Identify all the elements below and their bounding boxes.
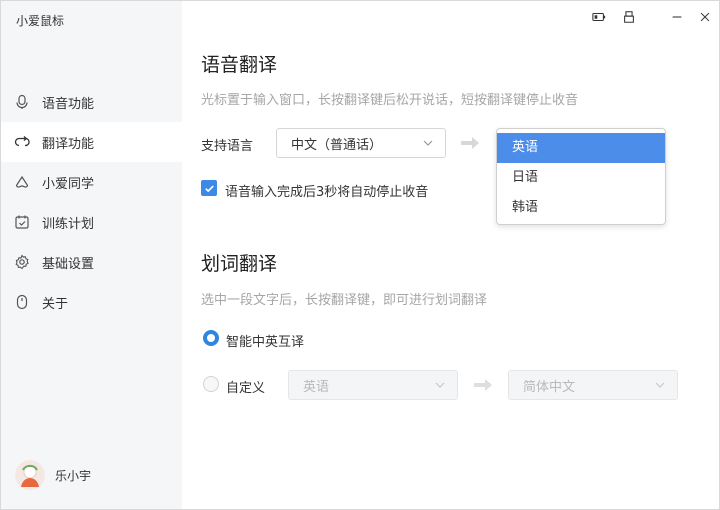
custom-source-select[interactable]: 英语 — [288, 370, 458, 400]
microphone-icon — [13, 93, 31, 111]
user-profile[interactable]: 乐小宇 — [15, 460, 91, 490]
custom-target-select[interactable]: 简体中文 — [508, 370, 678, 400]
smart-mode-label: 智能中英互译 — [226, 335, 305, 350]
chevron-down-icon — [435, 382, 445, 388]
word-translation-hint: 选中一段文字后，长按翻译键，即可进行划词翻译 — [201, 293, 488, 308]
chevron-down-icon — [423, 140, 433, 146]
auto-stop-checkbox[interactable] — [201, 180, 217, 196]
checkmark-icon — [204, 184, 214, 192]
source-language-select[interactable]: 中文（普通话） — [276, 128, 446, 158]
dropdown-option-english[interactable]: 英语 — [497, 133, 665, 163]
app-title: 小爱鼠标 — [16, 14, 65, 28]
custom-mode-radio[interactable] — [203, 376, 219, 392]
word-translation-title: 划词翻译 — [201, 253, 278, 275]
dropdown-option-korean[interactable]: 韩语 — [497, 193, 665, 223]
mouse-icon — [13, 293, 31, 311]
sidebar-item-translate[interactable]: 翻译功能 — [1, 122, 182, 162]
custom-source-value: 英语 — [303, 379, 330, 395]
sidebar-item-label: 小爱同学 — [42, 176, 95, 192]
sidebar-item-label: 翻译功能 — [42, 136, 95, 152]
auto-stop-label: 语音输入完成后3秒将自动停止收音 — [225, 185, 429, 200]
smart-mode-radio[interactable] — [203, 330, 219, 346]
main-panel: 语音翻译 光标置于输入窗口，长按翻译键后松开说话，短按翻译键停止收音 支持语言 … — [182, 1, 719, 509]
sidebar-item-voice[interactable]: 语音功能 — [1, 82, 182, 122]
gear-icon — [13, 253, 31, 271]
arrow-right-icon — [474, 379, 492, 391]
target-language-dropdown[interactable]: 英语 日语 韩语 — [496, 128, 666, 225]
sidebar-item-label: 语音功能 — [42, 96, 95, 112]
user-name: 乐小宇 — [55, 468, 92, 483]
sidebar-item-settings[interactable]: 基础设置 — [1, 242, 182, 282]
sidebar-item-label: 训练计划 — [42, 216, 95, 232]
chevron-down-icon — [655, 382, 665, 388]
sidebar: 小爱鼠标 语音功能 翻译功能 小爱同学 训练计划 基础设置 关于 乐小宇 — [1, 1, 182, 509]
voice-translation-title: 语音翻译 — [201, 54, 278, 76]
arrow-right-icon — [461, 137, 479, 149]
app-window: 小爱鼠标 语音功能 翻译功能 小爱同学 训练计划 基础设置 关于 乐小宇 语音翻… — [0, 0, 720, 510]
sidebar-item-label: 关于 — [42, 296, 69, 312]
source-language-value: 中文（普通话） — [291, 137, 383, 153]
custom-mode-label: 自定义 — [226, 381, 266, 396]
sidebar-item-xiaoai[interactable]: 小爱同学 — [1, 162, 182, 202]
sidebar-item-training[interactable]: 训练计划 — [1, 202, 182, 242]
avatar — [15, 460, 45, 490]
translate-icon — [13, 133, 31, 151]
xiaoai-icon — [13, 173, 31, 191]
sidebar-nav: 语音功能 翻译功能 小爱同学 训练计划 基础设置 关于 — [1, 82, 182, 322]
sidebar-item-about[interactable]: 关于 — [1, 282, 182, 322]
calendar-icon — [13, 213, 31, 231]
sidebar-item-label: 基础设置 — [42, 256, 95, 272]
support-language-label: 支持语言 — [201, 139, 254, 154]
dropdown-option-japanese[interactable]: 日语 — [497, 163, 665, 193]
custom-target-value: 简体中文 — [523, 379, 576, 395]
voice-translation-hint: 光标置于输入窗口，长按翻译键后松开说话，短按翻译键停止收音 — [201, 93, 579, 108]
